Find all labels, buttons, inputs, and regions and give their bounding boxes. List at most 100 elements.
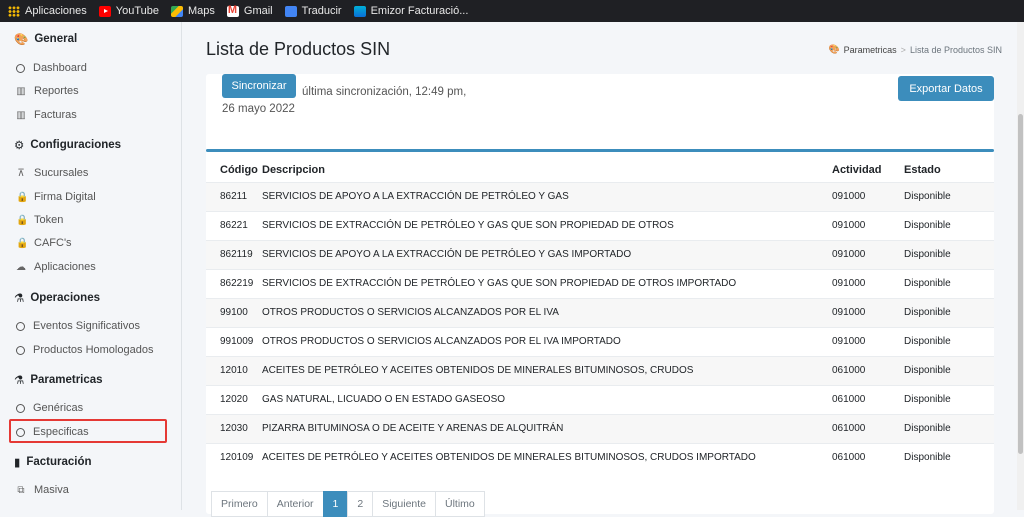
bookmark-aplicaciones[interactable]: Aplicaciones [8,5,87,17]
cell-descripcion: SERVICIOS DE EXTRACCIÓN DE PETRÓLEO Y GA… [262,268,832,298]
cell-actividad: 091000 [832,181,904,211]
sidebar-item-facturas[interactable]: ▥ Facturas [16,109,77,121]
table-row: 86221 SERVICIOS DE EXTRACCIÓN DE PETRÓLEO… [206,210,994,240]
table-row: 991009 OTROS PRODUCTOS O SERVICIOS ALCANZ… [206,326,994,356]
circle-icon [16,63,25,73]
pagination: Primero Anterior 1 2 Siguiente Último [211,491,485,517]
cell-estado: Disponible [904,326,994,356]
sidebar: 🎨 General Dashboard ▥ Reportes ▥ Facturas ⚙… [0,22,182,510]
lock-icon: 🔒 [16,214,29,226]
sidebar-item-cafcs[interactable]: 🔒 CAFC's [16,237,72,249]
cell-actividad: 091000 [832,268,904,298]
cell-codigo: 12010 [206,355,262,385]
emizor-icon [353,5,366,17]
table-row: 120109 ACEITES DE PETRÓLEO Y ACEITES OBTE… [206,442,994,472]
highlight-box [9,419,167,443]
cell-estado: Disponible [904,239,994,269]
sidebar-item-masiva[interactable]: ⧉ Masiva [16,484,68,496]
cell-actividad: 061000 [832,442,904,472]
breadcrumb-parametricas[interactable]: Parametricas [844,45,897,55]
page-prev[interactable]: Anterior [266,491,324,517]
cell-codigo: 991009 [206,326,262,356]
cell-descripcion: OTROS PRODUCTOS O SERVICIOS ALCANZADOS P… [262,326,832,356]
page-2[interactable]: 2 [347,491,374,517]
circle-icon [16,345,25,355]
bookmark-gmail[interactable]: Gmail [226,4,273,17]
sync-button[interactable]: Sincronizar [222,74,296,98]
circle-icon [16,403,25,413]
cell-codigo: 86211 [206,181,262,211]
sidebar-item-aplicaciones[interactable]: ☁ Aplicaciones [16,261,96,273]
cell-descripcion: SERVICIOS DE EXTRACCIÓN DE PETRÓLEO Y GA… [262,210,832,240]
page-title: Lista de Productos SIN [206,39,391,59]
page-next[interactable]: Siguiente [372,491,437,517]
cell-actividad: 091000 [832,210,904,240]
flask-icon: ⚗ [14,293,25,305]
cell-actividad: 061000 [832,355,904,385]
scrollbar[interactable] [1017,22,1024,510]
cell-estado: Disponible [904,384,994,414]
cell-codigo: 12020 [206,384,262,414]
cell-descripcion: SERVICIOS DE APOYO A LA EXTRACCIÓN DE PE… [262,181,832,211]
col-actividad: Actividad [832,163,882,176]
breadcrumb-current: Lista de Productos SIN [909,44,1002,55]
col-codigo: Código [220,163,258,176]
bookmark-emizor[interactable]: Emizor Facturació... [353,5,468,17]
sidebar-item-dashboard[interactable]: Dashboard [16,62,87,74]
cell-actividad: 091000 [832,326,904,356]
cell-estado: Disponible [904,210,994,240]
cell-actividad: 061000 [832,413,904,443]
page-1[interactable]: 1 [322,491,349,517]
cell-descripcion: GAS NATURAL, LICUADO O EN ESTADO GASEOSO [262,384,832,414]
cell-descripcion: ACEITES DE PETRÓLEO Y ACEITES OBTENIDOS … [262,442,832,472]
sidebar-item-sucursales[interactable]: ⊼ Sucursales [16,167,88,179]
circle-icon [16,321,25,331]
sidebar-item-genericas[interactable]: Genéricas [16,402,83,414]
sidebar-item-firma-digital[interactable]: 🔒 Firma Digital [16,191,96,203]
bookmark-maps[interactable]: Maps [171,5,215,17]
table-row: 86211 SERVICIOS DE APOYO A LA EXTRACCIÓN … [206,181,994,211]
sidebar-item-token[interactable]: 🔒 Token [16,214,63,226]
bar-chart-icon: ▥ [16,85,26,97]
page-first[interactable]: Primero [211,491,268,517]
table-row: 12010 ACEITES DE PETRÓLEO Y ACEITES OBTEN… [206,355,994,385]
lock-icon: 🔒 [16,237,29,249]
sitemap-icon: ⊼ [17,167,25,179]
file-icon: ▮ [14,457,21,469]
sidebar-section-operaciones: ⚗ Operaciones [14,292,100,305]
col-estado: Estado [904,163,941,176]
products-card: última sincronización, 12:49 pm, 26 mayo… [206,74,994,514]
table-row: 12030 PIZARRA BITUMINOSA O DE ACEITE Y AR… [206,413,994,443]
table-row: 99100 OTROS PRODUCTOS O SERVICIOS ALCANZA… [206,297,994,327]
scrollbar-thumb[interactable] [1018,114,1023,454]
breadcrumb: 🎨 Parametricas > Lista de Productos SIN [828,44,1002,55]
bookmark-youtube[interactable]: YouTube [98,5,159,17]
copy-icon: ⧉ [17,484,25,496]
maps-icon [171,5,183,17]
cell-actividad: 091000 [832,297,904,327]
cell-codigo: 862219 [206,268,262,298]
sidebar-item-eventos-significativos[interactable]: Eventos Significativos [16,320,140,332]
cell-codigo: 99100 [206,297,262,327]
sidebar-section-facturacion: ▮ Facturación [14,456,92,469]
cell-estado: Disponible [904,355,994,385]
cell-estado: Disponible [904,442,994,472]
cell-codigo: 12030 [206,413,262,443]
export-button[interactable]: Exportar Datos [898,76,994,101]
table-row: 12020 GAS NATURAL, LICUADO O EN ESTADO GA… [206,384,994,414]
lock-icon: 🔒 [16,191,29,203]
sidebar-item-productos-homologados[interactable]: Productos Homologados [16,344,153,356]
page-last[interactable]: Último [435,491,485,517]
card-toolbar: última sincronización, 12:49 pm, 26 mayo… [206,74,994,149]
sidebar-section-parametricas: ⚗ Parametricas [14,374,103,387]
bookmark-traducir[interactable]: Traducir [284,5,342,17]
sidebar-item-reportes[interactable]: ▥ Reportes [16,85,78,97]
col-descripcion: Descripcion [262,163,325,176]
cell-estado: Disponible [904,268,994,298]
cell-codigo: 120109 [206,442,262,472]
cell-actividad: 061000 [832,384,904,414]
flask-icon: ⚗ [14,375,25,387]
cell-descripcion: PIZARRA BITUMINOSA O DE ACEITE Y ARENAS … [262,413,832,443]
translate-icon [284,5,297,17]
cell-estado: Disponible [904,297,994,327]
